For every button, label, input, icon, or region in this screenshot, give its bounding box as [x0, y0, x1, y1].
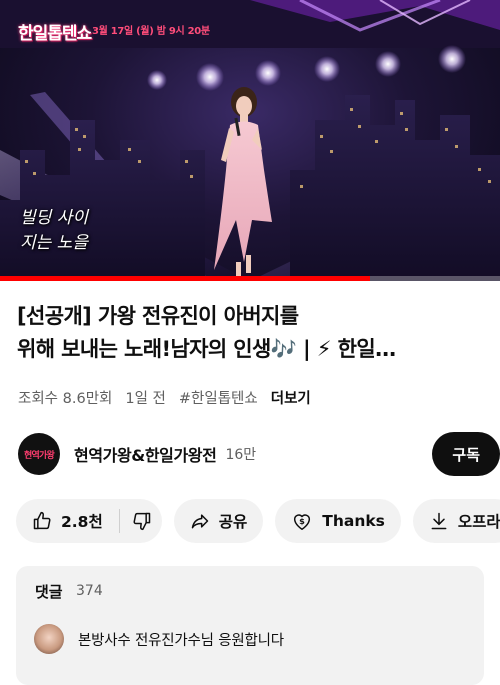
- video-player[interactable]: 한일톱텐쇼 3월 17일 (월) 밤 9시 20분 빌딩 사이 지는 노을: [0, 0, 500, 281]
- thumbs-up-icon[interactable]: [32, 511, 52, 531]
- share-icon: [191, 514, 208, 529]
- hashtag-link[interactable]: #한일톱텐쇼: [179, 387, 258, 408]
- more-button[interactable]: 더보기: [271, 387, 311, 408]
- channel-avatar[interactable]: 현역가왕: [18, 433, 60, 475]
- subscribe-button[interactable]: 구독: [432, 432, 500, 476]
- view-count: 조회수 8.6만회: [18, 391, 113, 407]
- thanks-icon: $: [294, 514, 311, 530]
- subscriber-count: 16만: [225, 447, 257, 463]
- like-count[interactable]: 2.8천: [61, 510, 103, 532]
- offline-label: 오프라: [457, 513, 500, 531]
- video-progress-bar[interactable]: [0, 276, 500, 281]
- caption-line: 빌딩 사이: [20, 208, 88, 228]
- thumbs-down-icon[interactable]: [132, 511, 152, 531]
- share-button[interactable]: 공유: [173, 499, 264, 543]
- video-progress-fill: [0, 276, 370, 281]
- like-divider: [118, 509, 120, 533]
- air-time-info: 3월 17일 (월) 밤 9시 20분: [92, 26, 210, 37]
- video-title[interactable]: [선공개] 가왕 전유진이 아버지를 위해 보내는 노래!남자의 인생🎶 | ⚡…: [17, 300, 487, 366]
- like-dislike-group: 2.8천: [16, 499, 162, 543]
- svg-text:$: $: [299, 516, 305, 526]
- channel-avatar-text: 현역가왕: [24, 450, 55, 461]
- commenter-avatar: [34, 624, 64, 654]
- download-icon: [431, 512, 447, 530]
- thanks-button[interactable]: $ Thanks: [275, 499, 401, 543]
- caption-line: 지는 노을: [20, 233, 88, 253]
- comments-header: 댓글: [35, 583, 63, 601]
- share-label: 공유: [218, 513, 248, 531]
- top-comment-text: 본방사수 전유진가수님 응원합니다: [78, 633, 284, 649]
- video-meta[interactable]: 조회수 8.6만회 1일 전 #한일톱텐쇼 더보기: [18, 387, 311, 408]
- video-caption: 빌딩 사이 지는 노을: [20, 206, 88, 256]
- video-title-line: 위해 보내는 노래!남자의 인생🎶 | ⚡ 한일…: [17, 337, 396, 361]
- action-bar: 2.8천 공유 $ Thanks 오프라: [16, 499, 500, 543]
- channel-row[interactable]: 현역가왕 현역가왕&한일가왕전 16만 구독: [18, 432, 500, 476]
- channel-name[interactable]: 현역가왕&한일가왕전: [74, 442, 217, 466]
- show-logo: 한일톱텐쇼: [18, 24, 92, 44]
- comments-panel[interactable]: 댓글 374 본방사수 전유진가수님 응원합니다: [16, 566, 484, 685]
- video-title-line: [선공개] 가왕 전유진이 아버지를: [17, 304, 299, 328]
- singer-figure: [214, 87, 272, 276]
- comments-count: 374: [76, 583, 103, 599]
- thanks-label: Thanks: [322, 512, 385, 530]
- offline-download-button[interactable]: 오프라: [412, 499, 500, 543]
- upload-age: 1일 전: [125, 391, 166, 407]
